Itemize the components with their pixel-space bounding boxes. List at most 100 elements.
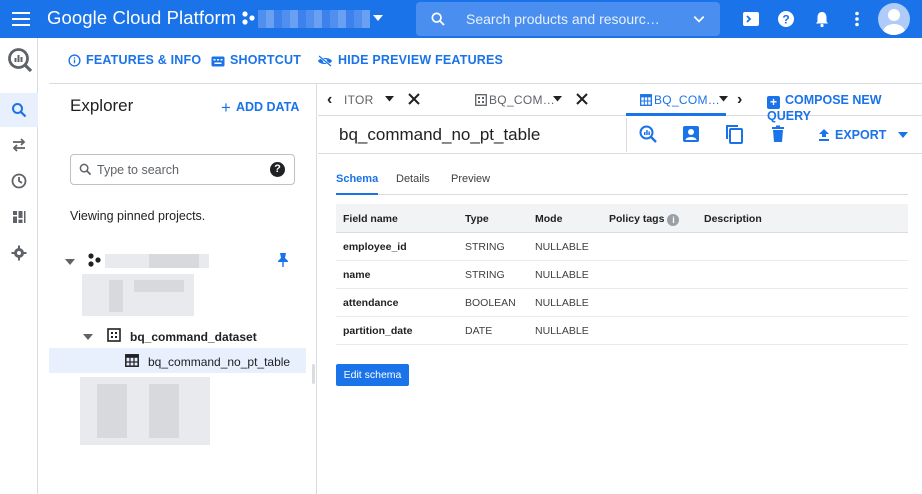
tab-editor[interactable]: ITOR — [340, 84, 440, 116]
table-icon — [475, 94, 487, 106]
settings-gear-icon[interactable] — [10, 244, 28, 262]
analytics-hub-icon[interactable] — [10, 208, 28, 226]
search-icon — [431, 12, 445, 26]
tab-editor-label: ITOR — [344, 93, 374, 107]
column-header: Description — [704, 213, 762, 225]
type-cell: DATE — [465, 325, 493, 337]
help-icon[interactable]: ? — [776, 9, 796, 29]
brand-title[interactable]: Google Cloud Platform — [47, 7, 236, 29]
svg-text:?: ? — [782, 13, 789, 27]
chevron-left-icon[interactable]: ‹ — [327, 91, 332, 109]
chevron-right-icon[interactable]: › — [737, 91, 742, 109]
type-cell: BOOLEAN — [465, 297, 516, 309]
top-bar: Google Cloud Platform Search products an… — [0, 0, 922, 38]
redacted-block — [109, 280, 123, 312]
shortcut-label: SHORTCUT — [230, 53, 302, 67]
features-info-button[interactable]: FEATURES & INFO — [68, 53, 201, 67]
bigquery-logo-icon[interactable] — [7, 47, 33, 73]
type-cell: STRING — [465, 269, 505, 281]
feature-bar: FEATURES & INFO SHORTCUT HIDE PREVIEW FE… — [49, 38, 922, 84]
field-name-cell: attendance — [343, 297, 399, 309]
table-header: bq_command_no_pt_table EXPORT — [318, 116, 922, 154]
field-name-cell: employee_id — [343, 241, 407, 253]
caret-down-icon[interactable] — [553, 96, 562, 102]
visibility-off-icon — [318, 55, 332, 67]
table-icon — [125, 354, 139, 367]
copy-table-icon[interactable] — [724, 124, 744, 144]
caret-down-icon[interactable] — [719, 96, 728, 102]
chevron-down-icon[interactable] — [692, 12, 706, 26]
keyboard-icon — [211, 56, 225, 67]
cloud-shell-icon[interactable] — [741, 9, 761, 29]
table-icon — [640, 94, 652, 106]
pin-icon[interactable] — [276, 252, 290, 268]
close-icon[interactable] — [576, 93, 588, 105]
tab-bq-table-active-label: BQ_COM… — [654, 93, 721, 107]
project-icon — [88, 253, 101, 267]
tab-preview[interactable]: Preview — [451, 173, 490, 185]
explorer-scrollbar[interactable] — [312, 364, 315, 384]
explorer-search-input[interactable]: Type to search ? — [70, 154, 295, 185]
info-icon[interactable]: i — [667, 214, 680, 226]
redacted-block — [149, 384, 179, 438]
dataset-icon — [107, 328, 121, 342]
column-header: Field name — [343, 213, 398, 225]
share-table-icon[interactable] — [681, 124, 701, 144]
account-avatar[interactable] — [878, 3, 910, 35]
upload-icon — [819, 129, 829, 141]
export-label: EXPORT — [835, 128, 887, 142]
delete-trash-icon[interactable] — [768, 124, 788, 144]
help-icon[interactable]: ? — [270, 162, 285, 177]
tab-details[interactable]: Details — [396, 173, 430, 185]
type-cell: STRING — [465, 241, 505, 253]
active-tab-indicator — [336, 193, 378, 195]
project-icon[interactable] — [241, 10, 257, 26]
tab-schema[interactable]: Schema — [336, 173, 378, 185]
table-row: name STRING NULLABLE — [336, 261, 908, 289]
redacted-block — [97, 384, 127, 438]
tab-bq-table-1[interactable]: BQ_COM… — [473, 84, 603, 116]
expand-caret-icon[interactable] — [65, 259, 75, 265]
caret-down-icon — [897, 132, 908, 138]
add-box-icon: + — [767, 96, 780, 109]
hide-preview-label: HIDE PREVIEW FEATURES — [338, 53, 504, 67]
explorer-search-placeholder: Type to search — [97, 163, 179, 177]
export-button[interactable]: EXPORT — [818, 128, 908, 142]
notifications-bell-icon[interactable] — [812, 9, 832, 29]
caret-down-icon[interactable] — [385, 96, 394, 102]
search-icon[interactable] — [10, 101, 28, 119]
dataset-label[interactable]: bq_command_dataset — [130, 330, 257, 344]
mode-cell: NULLABLE — [535, 297, 589, 309]
search-placeholder: Search products and resourc… — [466, 11, 660, 27]
pinned-projects-text: Viewing pinned projects. — [70, 209, 206, 223]
page-title: bq_command_no_pt_table — [339, 125, 541, 144]
scheduled-queries-clock-icon[interactable] — [10, 172, 28, 190]
search-bar[interactable]: Search products and resourc… — [416, 2, 720, 36]
more-vertical-icon[interactable] — [847, 9, 867, 29]
chevron-down-icon[interactable] — [373, 15, 383, 21]
project-selector[interactable] — [258, 10, 370, 28]
close-icon[interactable] — [408, 93, 420, 105]
tab-bq-table-active[interactable]: BQ_COM… — [626, 84, 728, 116]
policy-tags-header: Policy tags i — [609, 213, 680, 226]
search-icon — [79, 163, 92, 176]
expand-caret-icon[interactable] — [83, 334, 93, 340]
main-panel: ‹ ITOR BQ_COM… BQ_COM… › + COMPOSE NEW QU… — [318, 84, 922, 494]
redacted-block — [149, 254, 199, 268]
shortcut-button[interactable]: SHORTCUT — [211, 53, 301, 67]
transfers-icon[interactable] — [10, 136, 28, 154]
mode-cell: NULLABLE — [535, 325, 589, 337]
field-name-cell: name — [343, 269, 371, 281]
divider — [626, 118, 627, 152]
query-table-icon[interactable] — [638, 124, 658, 144]
table-row: attendance BOOLEAN NULLABLE — [336, 289, 908, 317]
add-data-button[interactable]: + ADD DATA — [221, 98, 299, 118]
table-row: partition_date DATE NULLABLE — [336, 317, 908, 345]
edit-schema-button[interactable]: Edit schema — [336, 364, 409, 386]
redacted-block — [134, 280, 184, 292]
explorer-title: Explorer — [70, 96, 134, 115]
hide-preview-features-button[interactable]: HIDE PREVIEW FEATURES — [317, 53, 503, 67]
table-label[interactable]: bq_command_no_pt_table — [148, 355, 290, 369]
hamburger-menu-icon[interactable] — [10, 8, 32, 30]
mode-cell: NULLABLE — [535, 269, 589, 281]
